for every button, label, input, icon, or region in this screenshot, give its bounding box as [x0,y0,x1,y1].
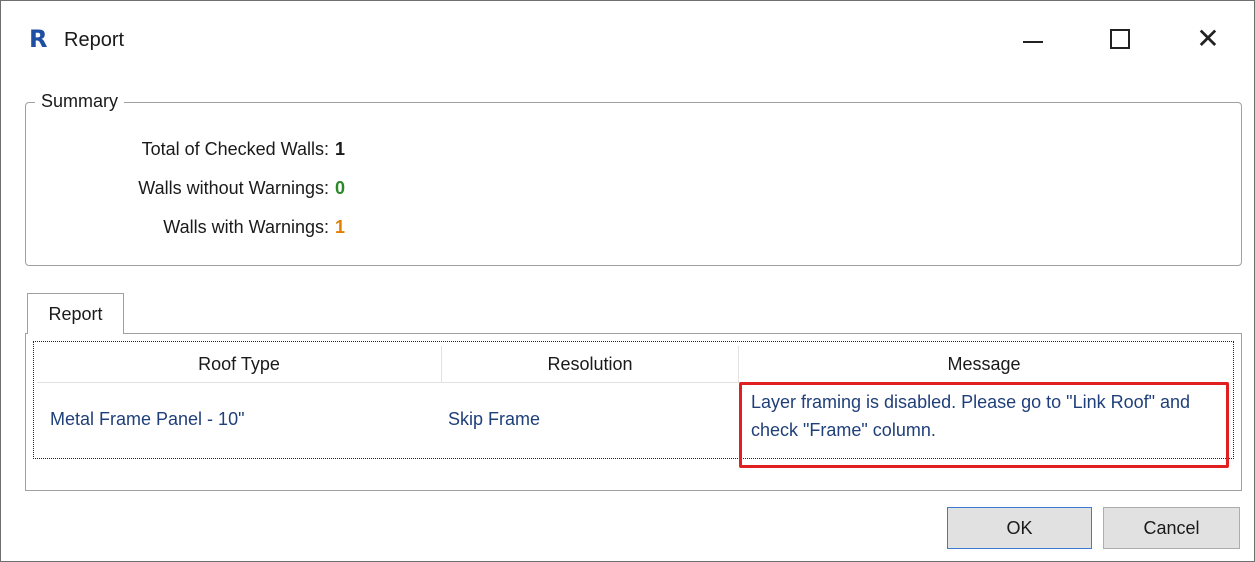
window-title: Report [64,29,125,51]
summary-row-no-warnings: Walls without Warnings: 0 [19,177,345,199]
title-bar[interactable]: R Report ✕ [1,1,1254,77]
summary-total-label: Total of Checked Walls: [141,139,329,159]
summary-warnings-label: Walls with Warnings: [163,217,329,237]
tab-report[interactable]: Report [27,293,124,334]
minimize-button[interactable] [1013,21,1053,57]
ok-button[interactable]: OK [947,507,1092,549]
maximize-button[interactable] [1098,21,1138,57]
revit-logo-icon: R [29,25,48,53]
cancel-button[interactable]: Cancel [1103,507,1240,549]
summary-warnings-value: 1 [335,217,346,237]
summary-group-label: Summary [35,90,125,112]
cell-roof-type[interactable]: Metal Frame Panel - 10" [50,407,244,431]
summary-row-warnings: Walls with Warnings: 1 [19,216,345,238]
column-header-message[interactable]: Message [739,346,1229,383]
summary-no-warnings-value: 0 [335,178,346,198]
summary-row-total: Total of Checked Walls: 1 [19,138,345,160]
summary-no-warnings-label: Walls without Warnings: [138,178,329,198]
column-header-roof-type[interactable]: Roof Type [37,346,442,383]
close-icon: ✕ [1196,22,1220,55]
summary-total-value: 1 [335,139,346,159]
column-header-resolution[interactable]: Resolution [442,346,739,383]
cell-resolution[interactable]: Skip Frame [448,407,540,431]
report-dialog: R Report ✕ Summary Total of Checked Wall… [0,0,1255,562]
cell-message[interactable]: Layer framing is disabled. Please go to … [751,388,1225,444]
close-button[interactable]: ✕ [1188,21,1228,57]
